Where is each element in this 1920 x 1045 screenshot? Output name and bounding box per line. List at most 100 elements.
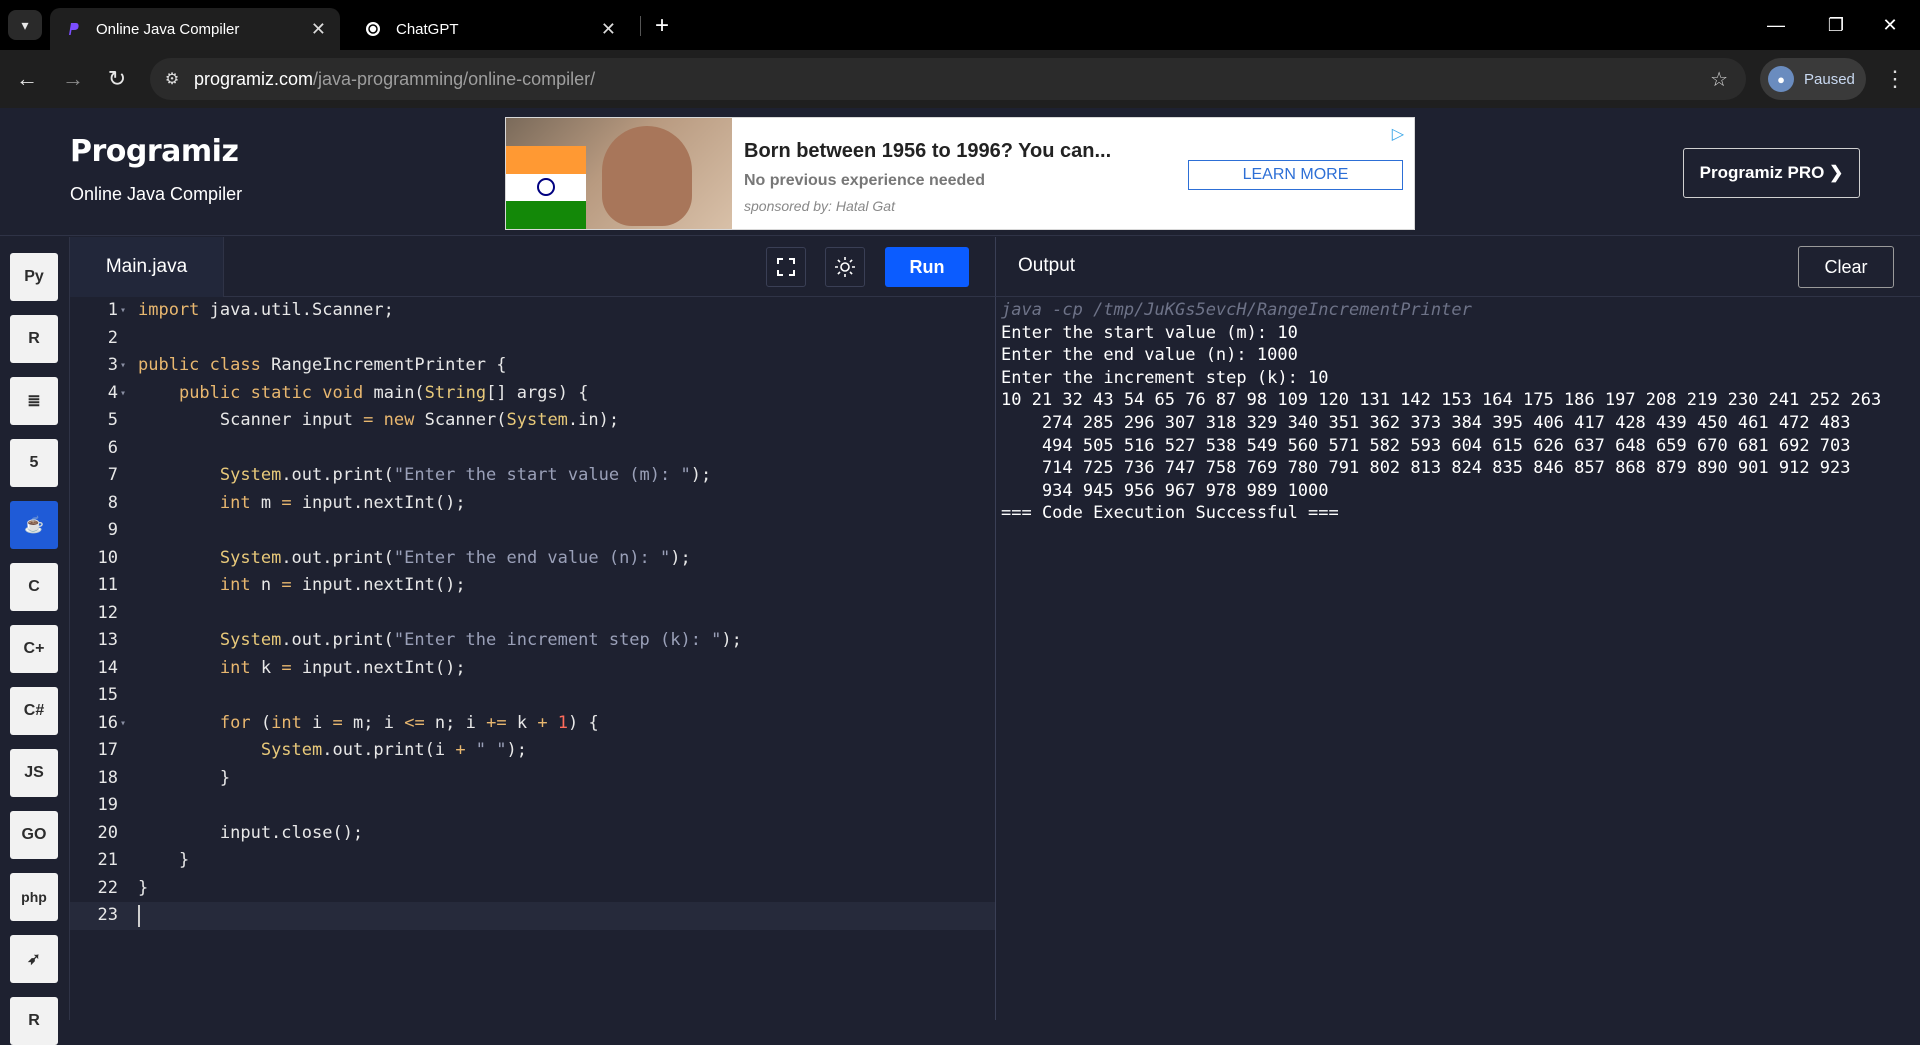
- code-line[interactable]: 9: [70, 517, 995, 545]
- fold-arrow-icon[interactable]: ▾: [120, 710, 126, 738]
- code-text: input.close();: [138, 822, 364, 843]
- javascript-icon[interactable]: JS: [10, 749, 58, 797]
- code-line[interactable]: 14 int k = input.nextInt();: [70, 655, 995, 683]
- go-icon[interactable]: GO: [10, 811, 58, 859]
- line-number: 4: [107, 382, 118, 403]
- code-line[interactable]: 13 System.out.print("Enter the increment…: [70, 627, 995, 655]
- swift-icon[interactable]: ➶: [10, 935, 58, 983]
- line-number: 11: [97, 575, 118, 595]
- line-number: 2: [107, 327, 118, 348]
- code-text: int n = input.nextInt();: [219, 575, 466, 595]
- tab-online-java-compiler[interactable]: Online Java Compiler ✕: [50, 8, 340, 50]
- code-line[interactable]: 8 int m = input.nextInt();: [70, 490, 995, 518]
- code-text: public class RangeIncrementPrinter {: [138, 355, 507, 375]
- ad-sponsor: sponsored by: Hatal Gat: [744, 198, 895, 214]
- tab-chatgpt[interactable]: ChatGPT ✕: [350, 8, 630, 50]
- code-text: for (int i = m; i <= n; i += k + 1) {: [219, 712, 599, 733]
- line-number: 21: [97, 850, 118, 870]
- code-line[interactable]: 22}: [70, 875, 995, 903]
- code-text: int m = input.nextInt();: [219, 492, 466, 513]
- ad-banner[interactable]: Born between 1956 to 1996? You can... No…: [505, 117, 1415, 230]
- code-editor[interactable]: 1 ▾ import java.util.Scanner; 2 3 ▾ public cla…: [70, 297, 995, 1020]
- back-arrow-icon[interactable]: ←: [12, 64, 42, 94]
- code-line[interactable]: 15: [70, 682, 995, 710]
- forward-arrow-icon[interactable]: →: [58, 64, 88, 94]
- output-title: Output: [1018, 255, 1076, 276]
- ad-person-image: [602, 126, 692, 226]
- programiz-logo[interactable]: Programiz: [70, 134, 239, 169]
- sql-icon[interactable]: ≣: [10, 377, 58, 425]
- csharp-icon[interactable]: C#: [10, 687, 58, 735]
- minimize-icon[interactable]: —: [1746, 0, 1806, 50]
- adchoices-icon[interactable]: ▷: [1392, 124, 1404, 144]
- code-text: }: [138, 877, 149, 898]
- code-text: System.out.print("Enter the start value …: [219, 465, 712, 485]
- code-line[interactable]: 4 ▾ public static void main(String[] args…: [70, 380, 995, 408]
- code-text: System.out.print("Enter the increment st…: [219, 630, 742, 650]
- code-line[interactable]: 1 ▾ import java.util.Scanner;: [70, 297, 995, 325]
- address-bar[interactable]: ⚙ programiz.com/java-programming/online-…: [150, 58, 1746, 100]
- code-text: Scanner input = new Scanner(System.in);: [138, 410, 620, 430]
- html-icon[interactable]: 5: [10, 439, 58, 487]
- india-flag-image: [506, 146, 586, 229]
- output-console[interactable]: java -cp /tmp/JuKGs5evcH/RangeIncrementP…: [995, 297, 1920, 1020]
- tab-close-icon[interactable]: ✕: [601, 19, 616, 40]
- code-line[interactable]: 19: [70, 792, 995, 820]
- code-line[interactable]: 17 System.out.print(i + " ");: [70, 737, 995, 765]
- tab-close-icon[interactable]: ✕: [311, 19, 326, 40]
- php-icon[interactable]: php: [10, 873, 58, 921]
- java-icon[interactable]: ☕: [10, 501, 58, 549]
- code-line[interactable]: 6: [70, 435, 995, 463]
- line-number: 1: [107, 300, 118, 320]
- code-line[interactable]: 18 }: [70, 765, 995, 793]
- code-text: System.out.print(i + " ");: [260, 740, 527, 760]
- code-line[interactable]: 3 ▾ public class RangeIncrementPrinter {: [70, 352, 995, 380]
- code-line[interactable]: 2: [70, 325, 995, 353]
- bookmark-star-icon[interactable]: ☆: [1710, 67, 1728, 92]
- ad-learn-more-button[interactable]: LEARN MORE: [1188, 160, 1403, 190]
- run-button[interactable]: Run: [885, 247, 969, 287]
- browser-toolbar: ← → ↻ ⚙ programiz.com/java-programming/o…: [0, 50, 1920, 108]
- theme-toggle-sun-icon[interactable]: [825, 247, 865, 287]
- code-line[interactable]: 7 System.out.print("Enter the start valu…: [70, 462, 995, 490]
- code-line[interactable]: 11 int n = input.nextInt();: [70, 572, 995, 600]
- fullscreen-icon[interactable]: [766, 247, 806, 287]
- language-sidebar: Py R ≣ 5 ☕ C C+ C# JS GO php ➶ R: [0, 237, 70, 1045]
- r-icon[interactable]: R: [10, 315, 58, 363]
- profile-button[interactable]: ● Paused: [1760, 58, 1866, 100]
- output-line: === Code Execution Successful ===: [1001, 503, 1339, 524]
- window-close-icon[interactable]: ✕: [1860, 0, 1920, 50]
- code-line[interactable]: 16 ▾ for (int i = m; i <= n; i += k + 1) …: [70, 710, 995, 738]
- browser-menu-icon[interactable]: ⋮: [1880, 64, 1910, 94]
- ad-title[interactable]: Born between 1956 to 1996? You can...: [744, 140, 1111, 163]
- fold-arrow-icon[interactable]: ▾: [120, 380, 126, 408]
- line-number: 6: [107, 437, 118, 458]
- python-icon[interactable]: Py: [10, 253, 58, 301]
- fold-arrow-icon[interactable]: ▾: [120, 352, 126, 380]
- code-line[interactable]: 20 input.close();: [70, 820, 995, 848]
- reload-icon[interactable]: ↻: [102, 64, 132, 94]
- line-number: 20: [97, 822, 118, 843]
- tab-search-chevron-icon[interactable]: ▾: [8, 10, 42, 40]
- clear-button[interactable]: Clear: [1798, 246, 1894, 288]
- code-line[interactable]: 5 Scanner input = new Scanner(System.in)…: [70, 407, 995, 435]
- code-line[interactable]: 23: [70, 902, 995, 930]
- browser-tab-bar: ▾ Online Java Compiler ✕ ChatGPT ✕ + — ❐…: [0, 0, 1920, 50]
- ad-description: No previous experience needed: [744, 172, 985, 189]
- site-info-icon[interactable]: ⚙: [150, 58, 194, 100]
- code-line[interactable]: 21 }: [70, 847, 995, 875]
- line-number: 8: [107, 492, 118, 513]
- restore-icon[interactable]: ❐: [1806, 0, 1866, 50]
- output-toolbar: Output Clear: [995, 237, 1920, 297]
- fold-arrow-icon[interactable]: ▾: [120, 297, 126, 325]
- programiz-pro-button[interactable]: Programiz PRO ❯: [1683, 148, 1860, 198]
- line-number: 5: [107, 410, 118, 430]
- rust-icon[interactable]: R: [10, 997, 58, 1045]
- code-line[interactable]: 10 System.out.print("Enter the end value…: [70, 545, 995, 573]
- c-icon[interactable]: C: [10, 563, 58, 611]
- line-number: 3: [107, 355, 118, 375]
- code-line[interactable]: 12: [70, 600, 995, 628]
- cpp-icon[interactable]: C+: [10, 625, 58, 673]
- new-tab-plus-icon[interactable]: +: [648, 12, 676, 40]
- file-tab-main-java[interactable]: Main.java: [70, 237, 224, 297]
